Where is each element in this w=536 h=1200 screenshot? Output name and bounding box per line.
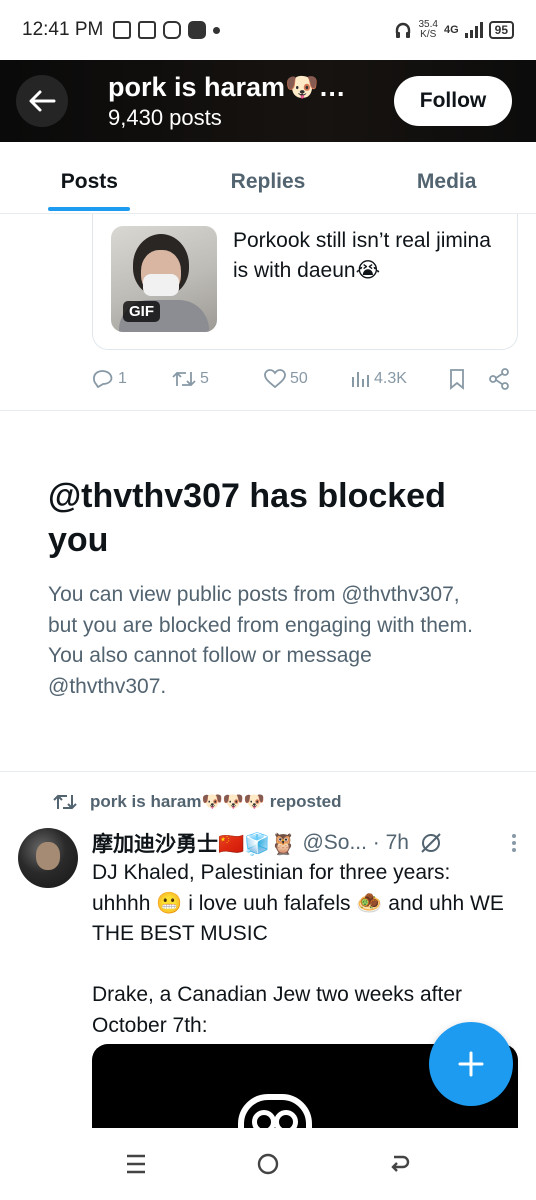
view-count: 4.3K — [374, 370, 407, 387]
quoted-post-card[interactable]: GIF Porkook still isn’t real jimina is w… — [92, 214, 518, 350]
gmail-icon — [138, 21, 157, 39]
repost-icon — [53, 794, 77, 810]
share-icon — [489, 368, 509, 390]
repost-indicator[interactable]: pork is haram🐶🐶🐶 reposted — [52, 792, 342, 812]
more-notifications-dot — [213, 26, 221, 34]
repost-icon — [172, 371, 196, 387]
active-tab-indicator — [48, 207, 130, 211]
bookmark-icon — [450, 369, 464, 390]
status-bar: 12:41 PM 35.4 K/S 4G 95 — [0, 0, 536, 60]
repost-button[interactable]: 5 — [172, 369, 264, 389]
app-notification-icon — [113, 21, 132, 39]
share-button[interactable] — [488, 368, 510, 390]
post-header: 摩加迪沙勇士🇨🇳🧊🦉 @So... · 7h — [92, 828, 522, 858]
divider — [0, 771, 536, 772]
author-name[interactable]: 摩加迪沙勇士🇨🇳🧊🦉 — [92, 828, 296, 858]
post-text: DJ Khaled, Palestinian for three years: … — [92, 861, 504, 1037]
tab-replies-label: Replies — [230, 170, 306, 193]
youtube-icon — [188, 21, 207, 39]
blocked-title: @thvthv307 has blocked you — [48, 477, 446, 559]
back-arrow-icon — [29, 90, 56, 112]
blocked-description: You can view public posts from @thvthv30… — [48, 583, 473, 698]
profile-tabs: Posts Replies Media — [0, 142, 536, 214]
reply-button[interactable]: 1 — [92, 369, 172, 389]
quoted-post-text: Porkook still isn’t real jimina is with … — [233, 229, 491, 282]
header-title-block: pork is haram🐶… 9,430 posts — [84, 71, 394, 131]
divider — [0, 410, 536, 411]
author-avatar[interactable] — [18, 828, 78, 888]
owl-logo-icon — [238, 1094, 312, 1130]
tab-media-label: Media — [416, 170, 477, 193]
notification-icons — [113, 21, 221, 39]
signal-icon — [464, 22, 483, 38]
network-speed: 35.4 K/S — [418, 20, 437, 40]
tab-replies[interactable]: Replies — [179, 142, 358, 213]
battery-level: 95 — [488, 21, 514, 39]
compose-button[interactable] — [429, 1022, 513, 1106]
speed-unit: K/S — [420, 29, 437, 40]
repost-label: pork is haram🐶🐶🐶 reposted — [90, 792, 342, 811]
bookmark-button[interactable] — [448, 368, 488, 390]
status-time: 12:41 PM — [22, 19, 104, 40]
headphones-icon — [396, 22, 411, 38]
grok-icon[interactable] — [419, 831, 443, 855]
tab-posts-label: Posts — [60, 170, 118, 193]
repost-count: 5 — [200, 370, 209, 387]
like-count: 50 — [290, 370, 308, 387]
follow-button[interactable]: Follow — [394, 76, 512, 126]
tab-media[interactable]: Media — [357, 142, 536, 213]
reply-icon — [93, 370, 113, 389]
tab-posts[interactable]: Posts — [0, 142, 179, 213]
gif-thumbnail[interactable]: GIF — [111, 226, 217, 332]
post-count: 9,430 posts — [108, 105, 222, 130]
reply-count: 1 — [118, 370, 127, 387]
compose-icon — [458, 1051, 484, 1077]
back-button[interactable] — [0, 60, 84, 142]
instagram-icon — [163, 21, 182, 39]
network-type: 4G — [443, 24, 459, 36]
post-action-bar: 1 5 50 4.3K — [92, 364, 518, 394]
views-button[interactable]: 4.3K — [350, 369, 448, 389]
system-nav-bar — [0, 1128, 536, 1200]
profile-name: pork is haram🐶… — [108, 72, 346, 102]
gif-badge: GIF — [123, 301, 160, 322]
menu-icon[interactable] — [124, 1153, 148, 1175]
home-icon[interactable] — [256, 1152, 280, 1176]
like-button[interactable]: 50 — [264, 369, 350, 389]
views-icon — [352, 372, 369, 387]
more-icon[interactable] — [512, 834, 522, 852]
back-icon[interactable] — [388, 1152, 412, 1176]
like-icon — [264, 369, 286, 389]
profile-header: pork is haram🐶… 9,430 posts Follow — [0, 60, 536, 142]
author-handle-time[interactable]: @So... · 7h — [302, 831, 409, 855]
